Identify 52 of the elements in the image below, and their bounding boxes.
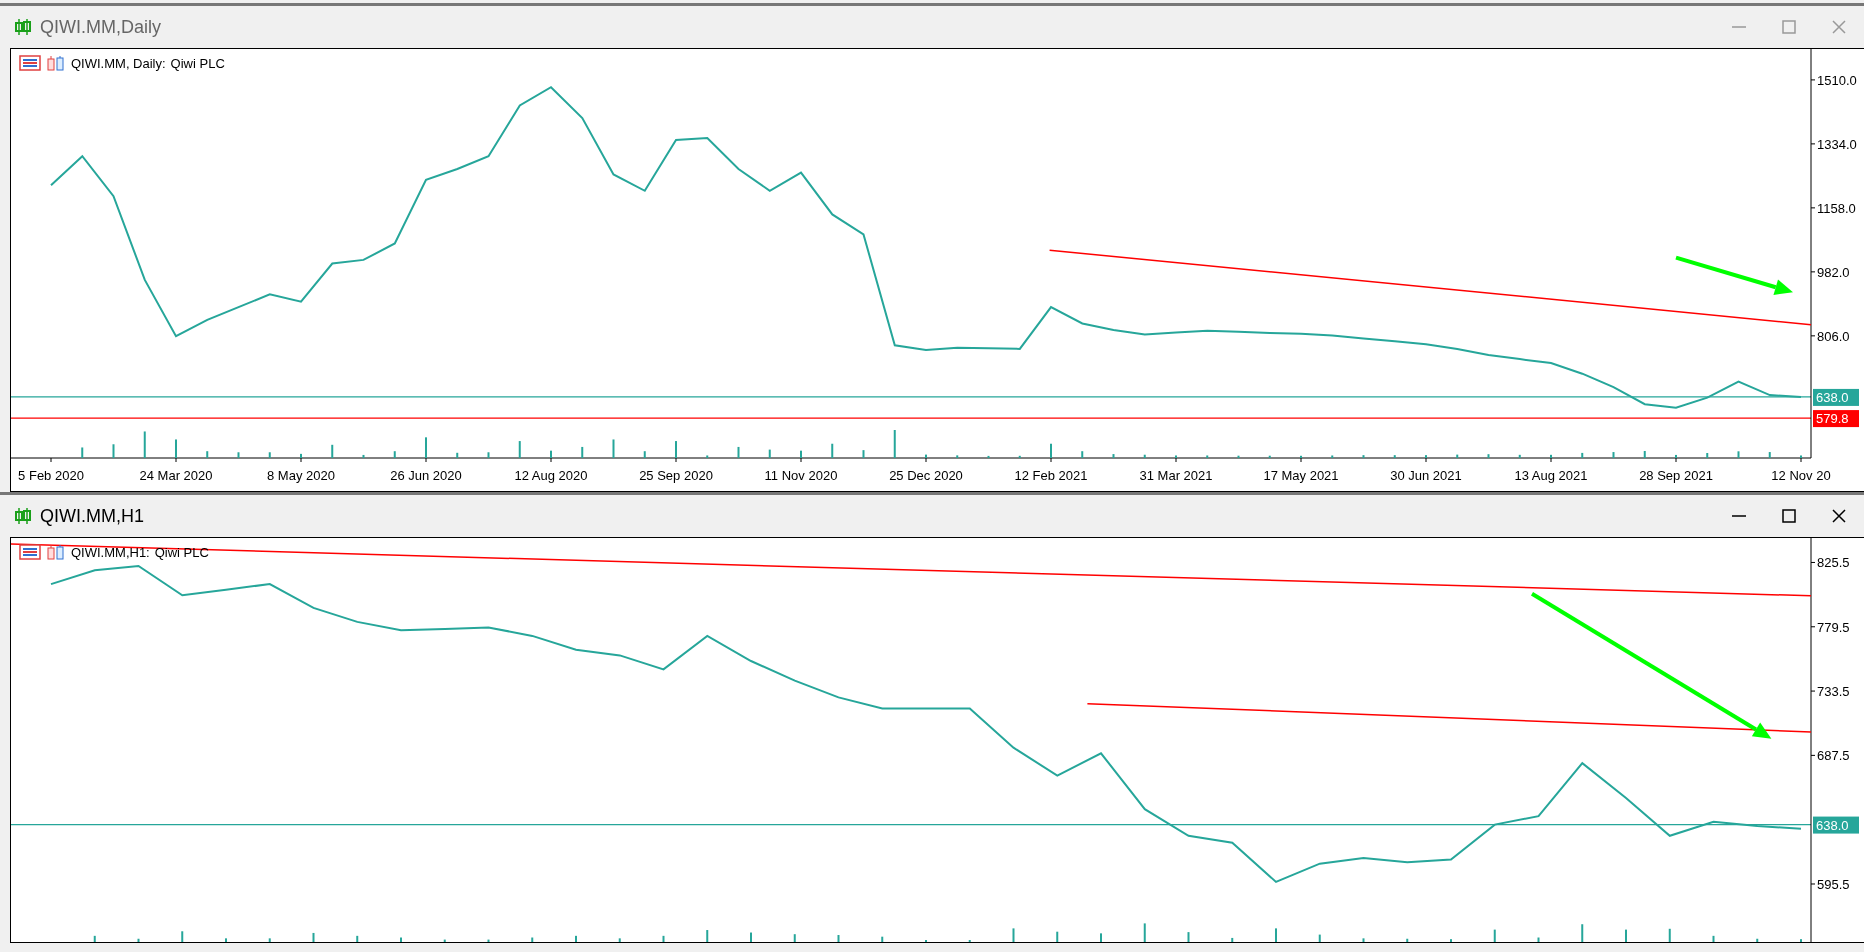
company-name: Qiwi PLC: [170, 55, 225, 71]
price-axis-label: 982.0: [1817, 264, 1850, 280]
price-tag: 579.8: [1813, 410, 1859, 428]
price-axis-label: 733.5: [1817, 684, 1850, 700]
chart-symbol-label: QIWI.MM, Daily:: [71, 55, 166, 71]
price-axis-label: 1334.0: [1817, 136, 1857, 152]
price-axis-label: 779.5: [1817, 619, 1850, 635]
date-axis-label: 24 Mar 2020: [139, 468, 213, 483]
trend-line[interactable]: [1086, 702, 1811, 733]
price-axis-label: 595.5: [1817, 877, 1850, 892]
close-icon: [1832, 509, 1846, 523]
date-axis-label: 12 Feb 2021: [1014, 468, 1088, 483]
ref-line-label: 638.0: [1816, 817, 1849, 833]
window-title: QIWI.MM,Daily: [40, 16, 161, 38]
date-axis-label: 8 May 2020: [267, 468, 335, 483]
date-axis-label: 13 Aug 2021: [1514, 468, 1588, 483]
date-axis-label: 12 Nov 20: [1771, 468, 1831, 483]
price-axis-label: 825.5: [1817, 555, 1850, 571]
trend-line[interactable]: [11, 543, 1811, 597]
trend-line[interactable]: [1048, 249, 1811, 326]
price-tag: 638.0: [1813, 388, 1859, 406]
list-icon[interactable]: [19, 544, 41, 560]
price-axis-label: 687.5: [1817, 748, 1850, 764]
ref-line-label: 638.0: [1816, 389, 1849, 405]
close-icon: [1832, 20, 1846, 34]
date-axis-label: 26 Jun 2020: [390, 468, 462, 483]
ref-line-label: 579.8: [1816, 411, 1849, 427]
date-axis-label: 25 Sep 2020: [639, 468, 713, 483]
date-axis-label: 30 Jun 2021: [1390, 468, 1462, 483]
horizontal-line[interactable]: [11, 823, 1812, 826]
date-axis-label: 25 Dec 2020: [889, 468, 963, 483]
candlestick-icon: [14, 507, 32, 525]
minimize-icon: [1732, 26, 1746, 28]
minimize-icon: [1732, 515, 1746, 517]
chart-properties-icon[interactable]: [46, 544, 66, 560]
price-axis-label: 1158.0: [1817, 200, 1856, 216]
price-axis-label: 1510.0: [1817, 72, 1857, 88]
date-axis-label: 5 Feb 2020: [18, 468, 84, 483]
list-icon[interactable]: [19, 55, 41, 71]
date-axis-label: 28 Sep 2021: [1639, 468, 1713, 483]
chart-properties-icon[interactable]: [46, 55, 66, 71]
date-axis-label: 17 May 2021: [1263, 468, 1339, 483]
date-axis-label: 12 Aug 2020: [514, 468, 588, 483]
date-axis-label: 11 Nov 2020: [764, 468, 838, 483]
price-tag: 638.0: [1813, 816, 1859, 834]
candlestick-icon: [14, 18, 32, 36]
price-axis-label: 806.0: [1817, 328, 1850, 344]
maximize-icon: [1782, 20, 1796, 34]
maximize-icon: [1782, 509, 1796, 523]
date-axis-label: 31 Mar 2021: [1139, 468, 1213, 483]
chart-symbol-label: QIWI.MM,H1:: [71, 544, 150, 560]
window-title: QIWI.MM,H1: [40, 505, 144, 527]
